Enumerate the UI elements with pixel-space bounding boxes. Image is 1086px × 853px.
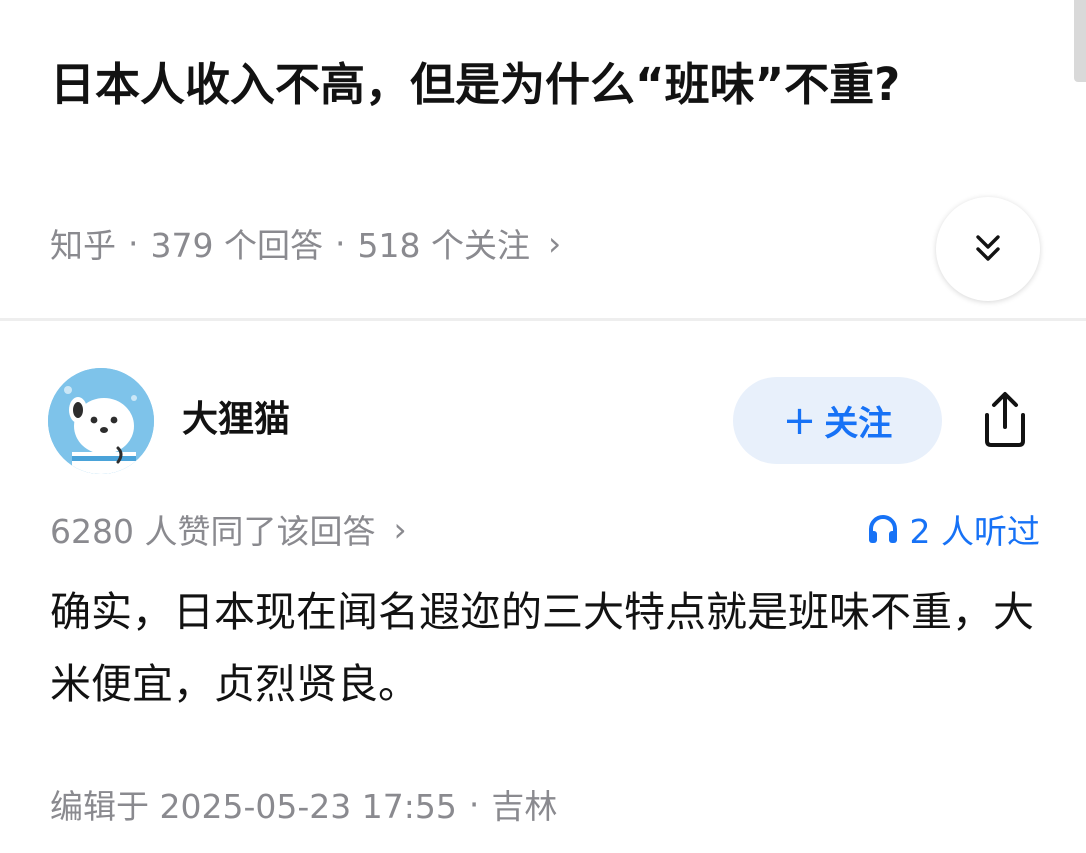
answer-content[interactable]: 确实，日本现在闻名遐迩的三大特点就是班味不重，大米便宜，贞烈贤良。	[50, 576, 1040, 720]
question-page: 日本人收入不高，但是为什么“班味”不重? 知乎 · 379 个回答 · 518 …	[0, 0, 1086, 853]
share-icon	[985, 392, 1025, 447]
listen-count-text: 2 人听过	[909, 512, 1041, 551]
source-label: 知乎	[50, 226, 116, 265]
question-title[interactable]: 日本人收入不高，但是为什么“班味”不重?	[50, 52, 1010, 118]
follower-count: 518 个关注	[357, 226, 530, 265]
vote-count-text: 6280 人赞同了该回答	[50, 512, 376, 551]
chevron-right-icon: ›	[547, 223, 562, 263]
double-chevron-down-icon	[976, 235, 1000, 261]
meta-separator: ·	[468, 784, 480, 824]
headphones-icon	[866, 512, 900, 546]
follow-button[interactable]: + 关注	[733, 377, 942, 464]
meta-separator: ·	[334, 223, 346, 263]
question-meta[interactable]: 知乎 · 379 个回答 · 518 个关注 ›	[50, 218, 561, 268]
plus-icon: +	[782, 397, 817, 444]
edited-time: 编辑于 2025-05-23 17:55	[50, 787, 457, 826]
share-button[interactable]	[970, 384, 1040, 454]
author-name[interactable]: 大狸猫	[182, 395, 290, 445]
chevron-right-icon: ›	[393, 509, 407, 549]
follow-label: 关注	[824, 404, 893, 444]
vote-summary[interactable]: 6280 人赞同了该回答 ›	[50, 503, 407, 555]
scrollbar[interactable]	[1074, 0, 1086, 82]
edit-info: 编辑于 2025-05-23 17:55 · 吉林	[50, 778, 557, 830]
meta-separator: ·	[128, 223, 139, 263]
section-divider	[0, 318, 1086, 321]
answer-count: 379 个回答	[150, 226, 323, 265]
listen-count[interactable]: 2 人听过	[866, 503, 1041, 555]
collapse-button[interactable]	[936, 197, 1040, 301]
location: 吉林	[491, 787, 558, 826]
cartoon-dog-avatar-image	[48, 368, 154, 474]
avatar[interactable]	[48, 368, 154, 474]
